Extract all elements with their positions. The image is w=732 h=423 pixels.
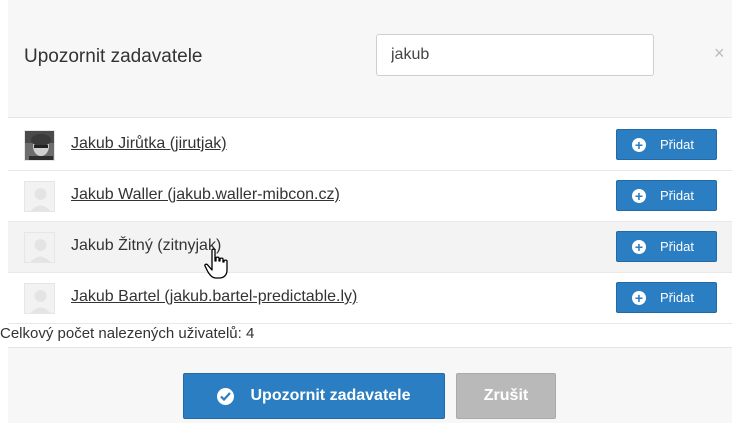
result-count: Celkový počet nalezených uživatelů: 4 xyxy=(0,325,255,342)
user-link[interactable]: Jakub Bartel (jakub.bartel-predictable.l… xyxy=(71,288,357,306)
avatar xyxy=(24,283,55,314)
check-circle-icon xyxy=(217,387,235,405)
user-row: Jakub Bartel (jakub.bartel-predictable.l… xyxy=(8,273,732,324)
user-link[interactable]: Jakub Žitný (zitnyjak) xyxy=(71,237,221,255)
plus-circle-icon: + xyxy=(632,290,646,305)
dialog-footer: Upozornit zadavatele Zrušit xyxy=(8,347,732,423)
add-user-button[interactable]: + Přidat xyxy=(616,231,717,262)
avatar xyxy=(24,130,55,161)
plus-circle-icon: + xyxy=(632,239,646,254)
user-row: Jakub Žitný (zitnyjak) + Přidat xyxy=(8,222,732,273)
dialog-title: Upozornit zadavatele xyxy=(24,46,203,67)
avatar xyxy=(24,181,55,212)
add-button-label: Přidat xyxy=(660,137,694,152)
user-link[interactable]: Jakub Jirůtka (jirutjak) xyxy=(71,135,227,153)
user-placeholder-icon xyxy=(25,233,54,262)
user-photo-icon xyxy=(25,131,54,160)
add-button-label: Přidat xyxy=(660,290,694,305)
notify-button[interactable]: Upozornit zadavatele xyxy=(183,373,445,419)
cancel-button[interactable]: Zrušit xyxy=(456,373,556,419)
close-icon[interactable]: × xyxy=(714,44,725,62)
user-link[interactable]: Jakub Waller (jakub.waller-mibcon.cz) xyxy=(71,186,340,204)
add-user-button[interactable]: + Přidat xyxy=(616,180,717,211)
user-row: Jakub Jirůtka (jirutjak) + Přidat xyxy=(8,120,732,171)
add-button-label: Přidat xyxy=(660,188,694,203)
user-row: Jakub Waller (jakub.waller-mibcon.cz) + … xyxy=(8,171,732,222)
notify-dialog: Upozornit zadavatele × Jakub Jirůtka (ji… xyxy=(0,0,732,423)
plus-circle-icon: + xyxy=(632,137,646,152)
add-user-button[interactable]: + Přidat xyxy=(616,129,717,160)
plus-circle-icon: + xyxy=(632,188,646,203)
dialog-header: Upozornit zadavatele × xyxy=(8,0,732,118)
add-button-label: Přidat xyxy=(660,239,694,254)
user-placeholder-icon xyxy=(25,182,54,211)
notify-button-label: Upozornit zadavatele xyxy=(250,387,411,404)
user-placeholder-icon xyxy=(25,284,54,313)
avatar xyxy=(24,232,55,263)
search-input[interactable] xyxy=(376,34,654,76)
add-user-button[interactable]: + Přidat xyxy=(616,282,717,313)
